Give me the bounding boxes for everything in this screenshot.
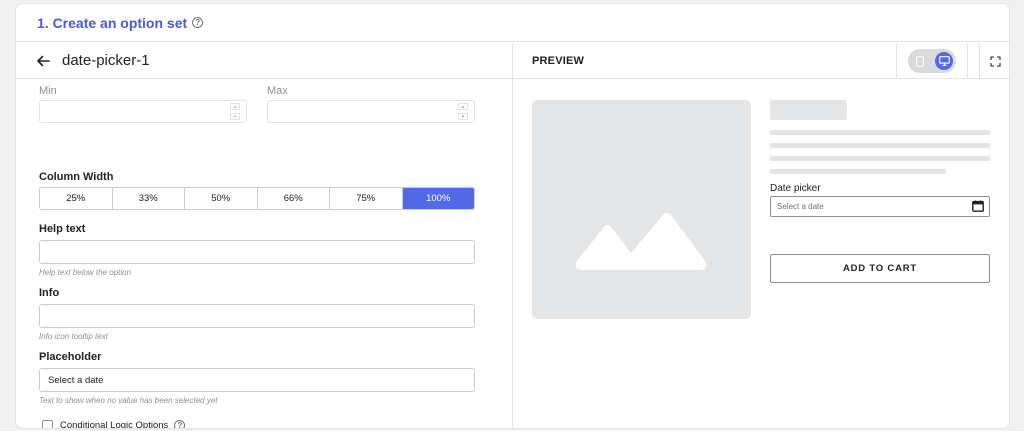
column-width-option-75[interactable]: 75%	[330, 188, 403, 209]
preview-header: PREVIEW	[513, 43, 1009, 79]
card-header: 1. Create an option set ?	[16, 4, 1009, 42]
skeleton-line	[770, 156, 990, 161]
desktop-icon[interactable]	[935, 52, 953, 70]
device-toggle	[896, 43, 968, 79]
column-width-option-33[interactable]: 33%	[113, 188, 185, 209]
max-label: Max	[267, 85, 288, 97]
date-picker-placeholder: Select a date	[777, 202, 824, 211]
skeleton-line	[770, 130, 990, 135]
arrow-left-icon[interactable]	[36, 52, 50, 70]
conditional-logic-label[interactable]: Conditional Logic Options	[60, 420, 168, 428]
column-width-selector: 25% 33% 50% 66% 75% 100%	[39, 187, 475, 210]
column-width-label: Column Width	[39, 171, 114, 183]
skeleton-line	[770, 169, 946, 174]
max-stepper[interactable]: ▴ ▾	[458, 103, 468, 120]
info-hint: Info icon tooltip text	[39, 332, 108, 341]
product-image-placeholder	[532, 100, 751, 319]
fullscreen-icon[interactable]	[979, 43, 1009, 79]
placeholder-label: Placeholder	[39, 351, 102, 363]
page-title: 1. Create an option set	[37, 14, 188, 31]
column-width-option-66[interactable]: 66%	[258, 188, 330, 209]
column-width-option-100[interactable]: 100%	[402, 188, 474, 209]
calendar-icon[interactable]	[972, 200, 984, 214]
conditional-logic-row: Conditional Logic Options ?	[42, 420, 186, 428]
placeholder-hint: Text to show when no value has been sele…	[39, 396, 218, 405]
max-input[interactable]: ▴ ▾	[267, 100, 475, 123]
question-circle-icon[interactable]: ?	[192, 17, 204, 28]
column-width-option-50[interactable]: 50%	[185, 188, 258, 209]
option-set-card: 1. Create an option set ? date-picker-1 …	[15, 3, 1010, 429]
conditional-logic-checkbox[interactable]	[42, 420, 53, 428]
editor-header: date-picker-1	[16, 43, 512, 79]
preview-title: PREVIEW	[532, 54, 585, 67]
date-picker-label: Date picker	[770, 183, 821, 194]
image-icon	[575, 213, 707, 270]
question-circle-icon[interactable]: ?	[174, 420, 186, 428]
option-editor-panel: date-picker-1 Min Max ▴ ▾ ▴ ▾ Column Width…	[16, 43, 513, 428]
help-text-input[interactable]	[39, 240, 475, 264]
min-stepper[interactable]: ▴ ▾	[230, 103, 240, 120]
skeleton-line	[770, 143, 990, 148]
info-input[interactable]	[39, 304, 475, 328]
skeleton-title	[770, 100, 847, 120]
mobile-icon[interactable]	[911, 52, 929, 70]
column-width-option-25[interactable]: 25%	[40, 188, 113, 209]
min-input[interactable]: ▴ ▾	[39, 100, 247, 123]
help-text-hint: Help text below the option	[39, 268, 132, 277]
date-picker-input[interactable]: Select a date	[770, 196, 990, 217]
placeholder-input[interactable]: Select a date	[39, 368, 475, 392]
preview-panel: PREVIEW Date picker Select a date ADD TO…	[513, 43, 1009, 428]
device-toggle-pill	[908, 49, 956, 73]
add-to-cart-button[interactable]: ADD TO CART	[770, 254, 990, 283]
option-name-title: date-picker-1	[62, 52, 150, 69]
min-label: Min	[39, 85, 57, 97]
info-label: Info	[39, 287, 60, 299]
help-text-label: Help text	[39, 223, 86, 235]
